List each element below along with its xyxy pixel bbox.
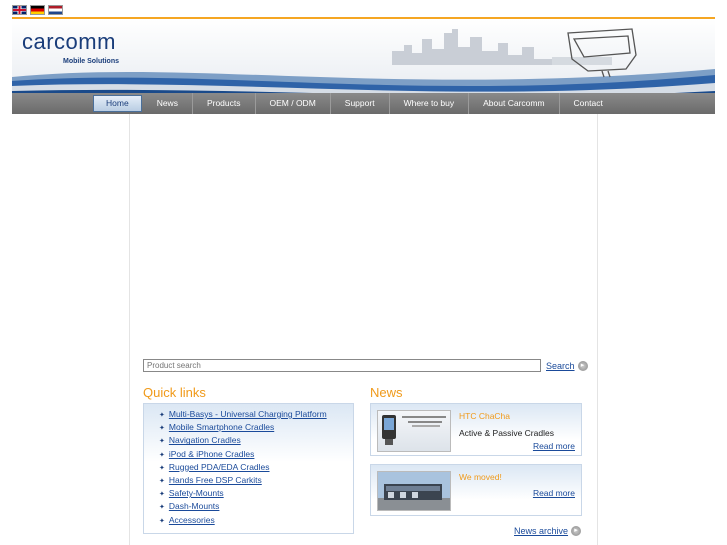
bullet-icon: ✦: [159, 451, 165, 459]
bullet-icon: ✦: [159, 412, 165, 419]
list-item: ✦ Hands Free DSP Carkits: [159, 474, 353, 487]
list-item: ✦ Safety-Mounts: [159, 487, 353, 500]
list-item: ✦ iPod & iPhone Cradles: [159, 448, 353, 461]
quick-link-safety-mounts[interactable]: Safety-Mounts: [169, 488, 224, 498]
news-title: News: [370, 385, 403, 400]
logo-tagline: Mobile Solutions: [63, 58, 119, 65]
logo-wordmark: carcomm: [22, 29, 116, 54]
list-item: ✦ Mobile Smartphone Cradles: [159, 421, 353, 434]
bullet-icon: ✦: [159, 504, 165, 512]
nav-news[interactable]: News: [143, 93, 193, 114]
search-button[interactable]: Search: [546, 361, 575, 371]
arrow-right-icon[interactable]: ▸: [577, 360, 588, 371]
list-item: ✦ Navigation Cradles: [159, 434, 353, 447]
htc-chacha-thumbnail[interactable]: [377, 410, 451, 452]
nav-contact[interactable]: Contact: [560, 93, 617, 114]
germany-flag-icon[interactable]: [30, 5, 45, 15]
nav-where-to-buy[interactable]: Where to buy: [390, 93, 470, 114]
list-item: ✦ Multi-Basys - Universal Charging Platfo…: [159, 408, 353, 421]
quick-link-hands-free-carkits[interactable]: Hands Free DSP Carkits: [169, 475, 262, 485]
quick-link-multi-basys[interactable]: Multi-Basys - Universal Charging Platfor…: [169, 409, 327, 419]
bullet-icon: ✦: [159, 491, 165, 499]
news-summary-htc-chacha: Active & Passive Cradles: [459, 428, 554, 438]
quick-links-box: ✦ Multi-Basys - Universal Charging Platfo…: [143, 403, 354, 534]
product-search-bar: Search ▸: [143, 359, 588, 372]
nav-support[interactable]: Support: [331, 93, 390, 114]
news-headline-htc-chacha[interactable]: HTC ChaCha: [459, 411, 510, 421]
quick-links-title: Quick links: [143, 385, 206, 400]
main-navigation: Home News Products OEM / ODM Support Whe…: [12, 93, 715, 114]
nav-oem-odm[interactable]: OEM / ODM: [256, 93, 331, 114]
nav-about-carcomm[interactable]: About Carcomm: [469, 93, 560, 114]
quick-link-navigation-cradles[interactable]: Navigation Cradles: [169, 435, 241, 445]
bullet-icon: ✦: [159, 477, 165, 485]
bullet-icon: ✦: [159, 464, 165, 472]
read-more-link-we-moved[interactable]: Read more: [533, 488, 575, 498]
uk-flag-icon[interactable]: [12, 5, 27, 15]
nav-products[interactable]: Products: [193, 93, 256, 114]
netherlands-flag-icon[interactable]: [48, 5, 63, 15]
bullet-icon: ✦: [159, 517, 165, 525]
header-banner-graphic: [12, 19, 715, 95]
quick-link-ipod-iphone-cradles[interactable]: iPod & iPhone Cradles: [169, 449, 255, 459]
nav-home[interactable]: Home: [93, 95, 142, 112]
quick-link-smartphone-cradles[interactable]: Mobile Smartphone Cradles: [169, 422, 274, 432]
site-header: carcomm Mobile Solutions: [12, 17, 715, 95]
news-item-htc-chacha: HTC ChaCha Active & Passive Cradles Read…: [370, 403, 582, 456]
news-archive-link[interactable]: News archive: [514, 526, 568, 536]
carcomm-logo[interactable]: carcomm Mobile Solutions: [22, 29, 119, 66]
news-item-we-moved: We moved! Read more: [370, 464, 582, 516]
language-selector: [12, 5, 63, 15]
read-more-link-htc-chacha[interactable]: Read more: [533, 441, 575, 451]
quick-link-accessories[interactable]: Accessories: [169, 515, 215, 525]
arrow-right-icon[interactable]: ▸: [571, 526, 582, 536]
we-moved-thumbnail[interactable]: [377, 471, 451, 511]
quick-link-rugged-pda-cradles[interactable]: Rugged PDA/EDA Cradles: [169, 462, 270, 472]
bullet-icon: ✦: [159, 438, 165, 446]
news-headline-we-moved[interactable]: We moved!: [459, 472, 502, 482]
news-archive-row: News archive ▸: [514, 526, 582, 536]
list-item: ✦ Dash-Mounts: [159, 500, 353, 513]
product-search-input[interactable]: [143, 359, 541, 372]
list-item: ✦ Accessories: [159, 514, 353, 527]
list-item: ✦ Rugged PDA/EDA Cradles: [159, 461, 353, 474]
quick-link-dash-mounts[interactable]: Dash-Mounts: [169, 501, 220, 511]
bullet-icon: ✦: [159, 425, 165, 433]
